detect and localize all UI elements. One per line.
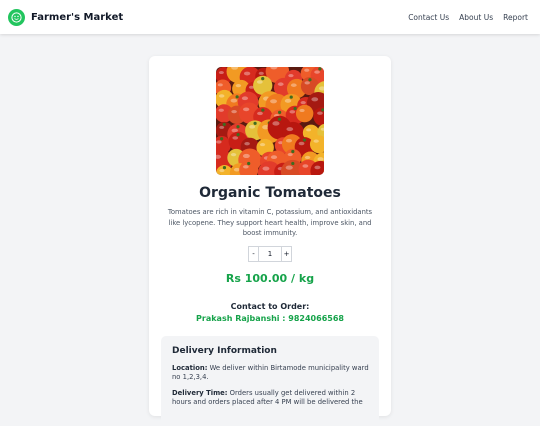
tomato-stem xyxy=(236,125,240,129)
nav-link-report[interactable]: Report xyxy=(503,13,528,22)
tomato-highlight xyxy=(218,108,224,112)
tomato-stem xyxy=(291,161,295,166)
tomato-highlight xyxy=(218,71,224,75)
tomato-stem xyxy=(318,67,322,71)
product-title: Organic Tomatoes xyxy=(199,185,341,201)
tomato-highlight xyxy=(286,127,294,132)
tomato-highlight xyxy=(242,165,249,169)
tomato-stem xyxy=(235,95,239,99)
tomato-highlight xyxy=(285,138,293,143)
tomato-highlight xyxy=(284,98,292,103)
tomato-highlight xyxy=(232,136,239,140)
tomato-highlight xyxy=(317,157,324,161)
tomato-stem xyxy=(291,149,295,154)
tomato-highlight xyxy=(259,143,266,147)
tomato-highlight xyxy=(317,111,323,115)
tomato-highlight xyxy=(270,155,278,160)
tomato-stem xyxy=(220,137,224,141)
smiley-icon xyxy=(8,8,25,26)
delivery-location-label: Location: xyxy=(172,363,208,372)
tomato-stem xyxy=(222,122,226,127)
tomato-highlight xyxy=(298,141,305,146)
quantity-stepper: - 1 + xyxy=(161,245,379,262)
nav-links: Contact Us About Us Report xyxy=(408,13,528,22)
tomato-highlight xyxy=(242,153,250,159)
product-card: Organic Tomatoes Tomatoes are rich in vi… xyxy=(149,56,391,426)
tomato-highlight xyxy=(243,107,250,112)
tomato-highlight xyxy=(235,84,242,88)
brand-name: Farmer's Market xyxy=(31,11,124,23)
tomato-stem xyxy=(308,78,312,82)
nav-link-contact-us[interactable]: Contact Us xyxy=(408,13,449,22)
tomato-shape xyxy=(295,104,314,123)
product-price: Rs 100.00 / kg xyxy=(225,271,315,285)
tomato-highlight xyxy=(313,139,319,143)
tomato-highlight xyxy=(256,80,263,84)
tomato-highlight xyxy=(216,140,222,144)
tomato-highlight xyxy=(258,71,264,75)
contact-label: Contact to Order: xyxy=(230,301,310,311)
tomato-stem xyxy=(293,106,297,111)
tomato-highlight xyxy=(233,167,240,172)
tomato-highlight xyxy=(304,155,311,160)
tomato-highlight xyxy=(270,99,278,104)
tomato-highlight xyxy=(290,83,297,87)
tomato-stem xyxy=(302,138,307,142)
tomato-stem xyxy=(277,117,282,121)
tomato-stem xyxy=(261,77,265,81)
decrement-button[interactable]: - xyxy=(248,245,259,262)
navbar: Farmer's Market Contact Us About Us Repo… xyxy=(0,0,540,34)
tomato-highlight xyxy=(244,142,250,146)
tomato-highlight xyxy=(314,165,321,170)
tomato-highlight xyxy=(217,83,223,87)
tomato-stem xyxy=(278,110,282,114)
tomato-highlight xyxy=(304,81,310,85)
tomato-highlight xyxy=(230,153,237,157)
tomato-highlight xyxy=(285,165,293,170)
tomato-stem xyxy=(236,132,240,137)
product-description: Tomatoes are rich in vitamin C, potassiu… xyxy=(167,208,373,237)
contact-value: Prakash Rajbanshi : 9824066568 xyxy=(196,313,344,323)
tomato-highlight xyxy=(299,108,305,113)
tomato-highlight xyxy=(243,71,251,76)
tomato-highlight xyxy=(219,169,225,173)
tomato-stem xyxy=(253,121,257,125)
tomato-highlight xyxy=(302,164,309,168)
tomato-highlight xyxy=(241,96,249,101)
tomato-stem xyxy=(261,108,265,112)
delivery-info-box: Delivery Information Location: We delive… xyxy=(161,335,379,426)
tomato-highlight xyxy=(287,152,293,157)
tomato-highlight xyxy=(231,109,237,114)
tomato-highlight xyxy=(262,166,270,171)
delivery-title: Delivery Information xyxy=(172,345,277,356)
quantity-input[interactable]: 1 xyxy=(259,245,281,262)
tomato-highlight xyxy=(218,94,225,98)
tomato-stem xyxy=(222,165,227,170)
nav-link-about-us[interactable]: About Us xyxy=(459,13,493,22)
brand-logo[interactable]: Farmer's Market xyxy=(8,8,124,26)
product-image xyxy=(216,67,324,175)
tomato-highlight xyxy=(306,128,312,132)
tomato-highlight xyxy=(288,74,294,78)
tomato-highlight xyxy=(277,82,284,86)
tomato-highlight xyxy=(219,125,225,129)
tomato-stem xyxy=(289,95,293,99)
tomato-highlight xyxy=(304,68,310,72)
tomato-highlight xyxy=(300,101,306,105)
tomato-highlight xyxy=(230,98,238,103)
tomato-highlight xyxy=(257,111,263,116)
delivery-time-label: Delivery Time: xyxy=(172,388,228,397)
tomato-highlight xyxy=(289,110,296,114)
tomato-highlight xyxy=(272,121,280,126)
tomato-highlight xyxy=(249,125,256,129)
tomato-highlight xyxy=(314,70,320,74)
delivery-location: Location: We deliver within Birtamode mu… xyxy=(172,364,369,383)
tomato-highlight xyxy=(311,97,319,102)
tomato-stem xyxy=(247,161,251,166)
increment-button[interactable]: + xyxy=(281,245,292,262)
